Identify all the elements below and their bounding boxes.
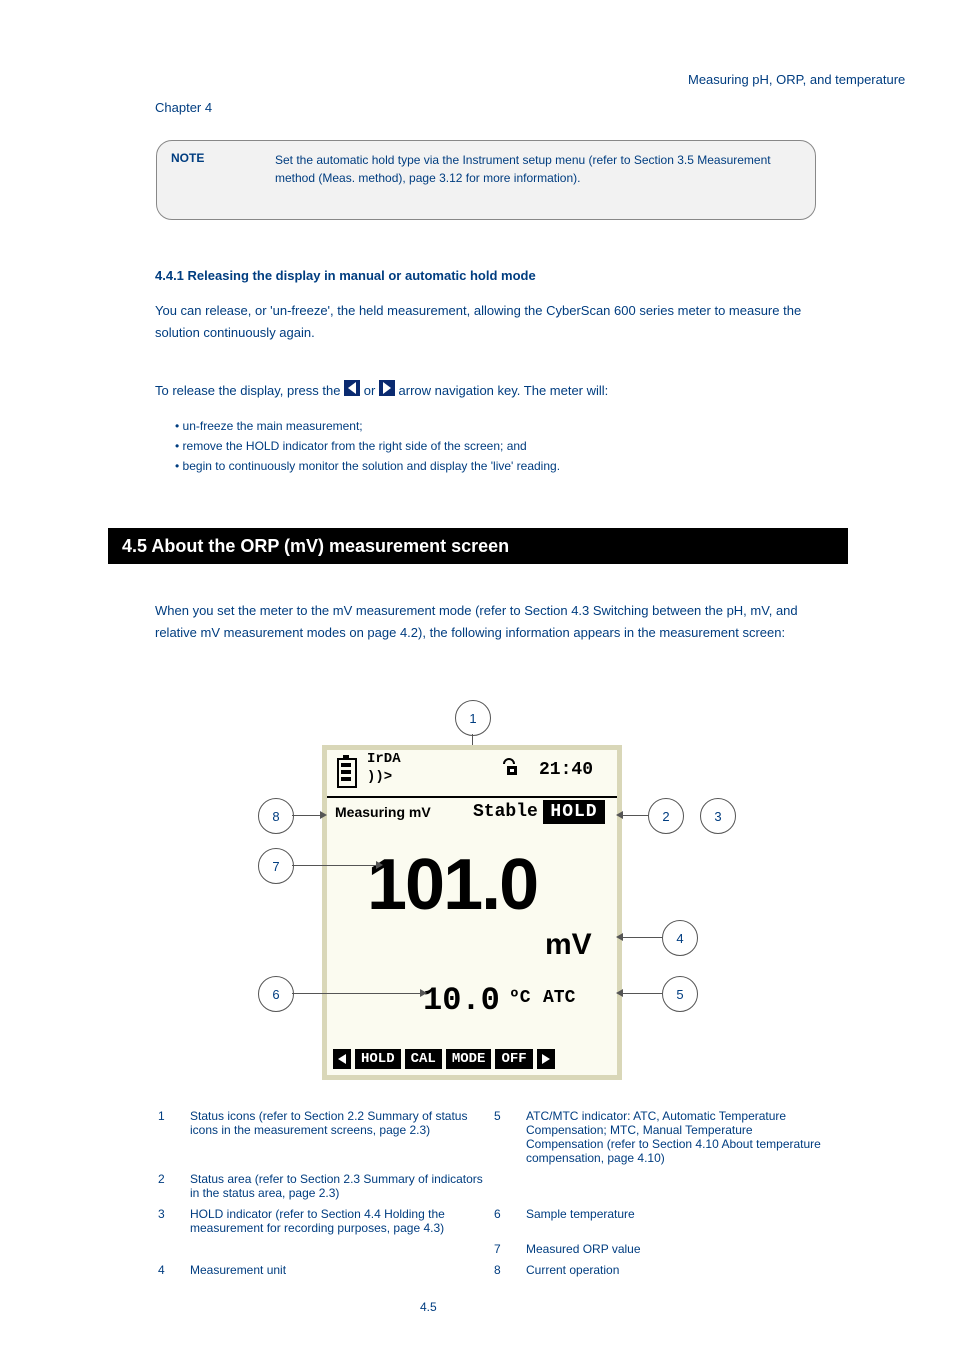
callout-4-arrow-icon: [616, 933, 623, 941]
lcd-temp-value: 10.0: [423, 982, 500, 1019]
callout-7-arrow-icon: [376, 861, 383, 869]
lcd-atc-indicator: ATC: [543, 988, 575, 1008]
legend-text-6: Sample temperature: [525, 1206, 823, 1239]
lcd-stable-label: Stable: [473, 802, 538, 822]
note-box: NOTE Set the automatic hold type via the…: [156, 140, 816, 220]
note-body: Set the automatic hold type via the Inst…: [275, 151, 795, 187]
callout-8-line: [292, 815, 322, 816]
bullet-3: begin to continuously monitor the soluti…: [175, 456, 825, 476]
irda-signal-icon: ))>: [367, 770, 392, 784]
section-4-5-para: When you set the meter to the mV measure…: [155, 600, 825, 644]
nav-left-icon: [344, 380, 360, 403]
callout-3-arrow-icon: [616, 811, 623, 819]
menu-right-icon: [537, 1049, 555, 1069]
legend-text-3: HOLD indicator (refer to Section 4.4 Hol…: [189, 1206, 491, 1239]
release-bullets: un-freeze the main measurement; remove t…: [175, 416, 825, 476]
callout-3: 3: [700, 798, 736, 834]
instr-suffix: arrow navigation key. The meter will:: [399, 383, 609, 398]
lcd-time: 21:40: [539, 760, 593, 780]
callout-6-line: [292, 993, 422, 994]
legend-num-5: 5: [493, 1108, 523, 1169]
legend-text-7: Measured ORP value: [525, 1241, 823, 1260]
legend-num-3: 3: [157, 1206, 187, 1239]
legend-num-8: 8: [493, 1262, 523, 1281]
callout-4: 4: [662, 920, 698, 956]
section-4-5-heading: 4.5 About the ORP (mV) measurement scree…: [108, 528, 848, 564]
callout-5-arrow-icon: [616, 989, 623, 997]
lock-icon: [499, 756, 521, 783]
callout-3-line: [622, 815, 648, 816]
nav-right-icon: [379, 380, 395, 403]
menu-hold: HOLD: [355, 1049, 401, 1069]
figure-legend: 1Status icons (refer to Section 2.2 Summ…: [155, 1106, 825, 1283]
callout-8-arrow-icon: [320, 811, 327, 819]
menu-left-icon: [333, 1049, 351, 1069]
lcd-hold-indicator: HOLD: [543, 800, 605, 824]
irda-label: IrDA: [367, 752, 401, 766]
menu-off: OFF: [495, 1049, 532, 1069]
callout-7: 7: [258, 848, 294, 884]
chapter-label: Chapter 4: [155, 100, 212, 115]
callout-7-line: [292, 865, 378, 866]
legend-text-5: ATC/MTC indicator: ATC, Automatic Temper…: [525, 1108, 823, 1169]
lcd-main-value: 101.0: [367, 844, 537, 926]
bullet-1: un-freeze the main measurement;: [175, 416, 825, 436]
legend-text-1: Status icons (refer to Section 2.2 Summa…: [189, 1108, 491, 1169]
page-footer: 4.5: [420, 1300, 437, 1314]
lcd-status-row: Measuring mV Stable HOLD: [327, 798, 617, 832]
menu-mode: MODE: [446, 1049, 492, 1069]
callout-2: 2: [648, 798, 684, 834]
instr-prefix: To release the display, press the: [155, 383, 344, 398]
legend-num-2: 2: [157, 1171, 187, 1204]
legend-num-7: 7: [493, 1241, 523, 1260]
lcd-screen: IrDA ))> 21:40 Measuring mV Stable HOLD …: [322, 745, 622, 1080]
callout-5-line: [622, 993, 662, 994]
callout-6-arrow-icon: [420, 989, 427, 997]
legend-num-4: 4: [157, 1262, 187, 1281]
bullet-2: remove the HOLD indicator from the right…: [175, 436, 825, 456]
lcd-unit: mV: [545, 928, 592, 962]
lcd-soft-menu: HOLD CAL MODE OFF: [333, 1049, 555, 1069]
lcd-status-bar: IrDA ))> 21:40: [327, 750, 617, 798]
callout-1: 1: [455, 700, 491, 736]
section-4-4-1-para: You can release, or 'un-freeze', the hel…: [155, 300, 825, 344]
battery-icon: [337, 758, 357, 788]
callout-5: 5: [662, 976, 698, 1012]
callout-8: 8: [258, 798, 294, 834]
callout-6: 6: [258, 976, 294, 1012]
lcd-measuring-label: Measuring mV: [335, 804, 431, 820]
legend-num-1: 1: [157, 1108, 187, 1169]
header-right: Measuring pH, ORP, and temperature: [688, 72, 905, 87]
menu-cal: CAL: [405, 1049, 442, 1069]
lcd-temp-unit: ºC: [509, 988, 531, 1008]
legend-text-4: Measurement unit: [189, 1262, 491, 1281]
callout-4-line: [622, 937, 662, 938]
legend-text-8: Current operation: [525, 1262, 823, 1281]
legend-num-6: 6: [493, 1206, 523, 1239]
note-label: NOTE: [171, 151, 204, 165]
legend-text-2: Status area (refer to Section 2.3 Summar…: [189, 1171, 491, 1204]
section-4-4-1-title: 4.4.1 Releasing the display in manual or…: [155, 268, 536, 283]
instr-mid: or: [364, 383, 379, 398]
release-instruction: To release the display, press the or arr…: [155, 380, 825, 403]
